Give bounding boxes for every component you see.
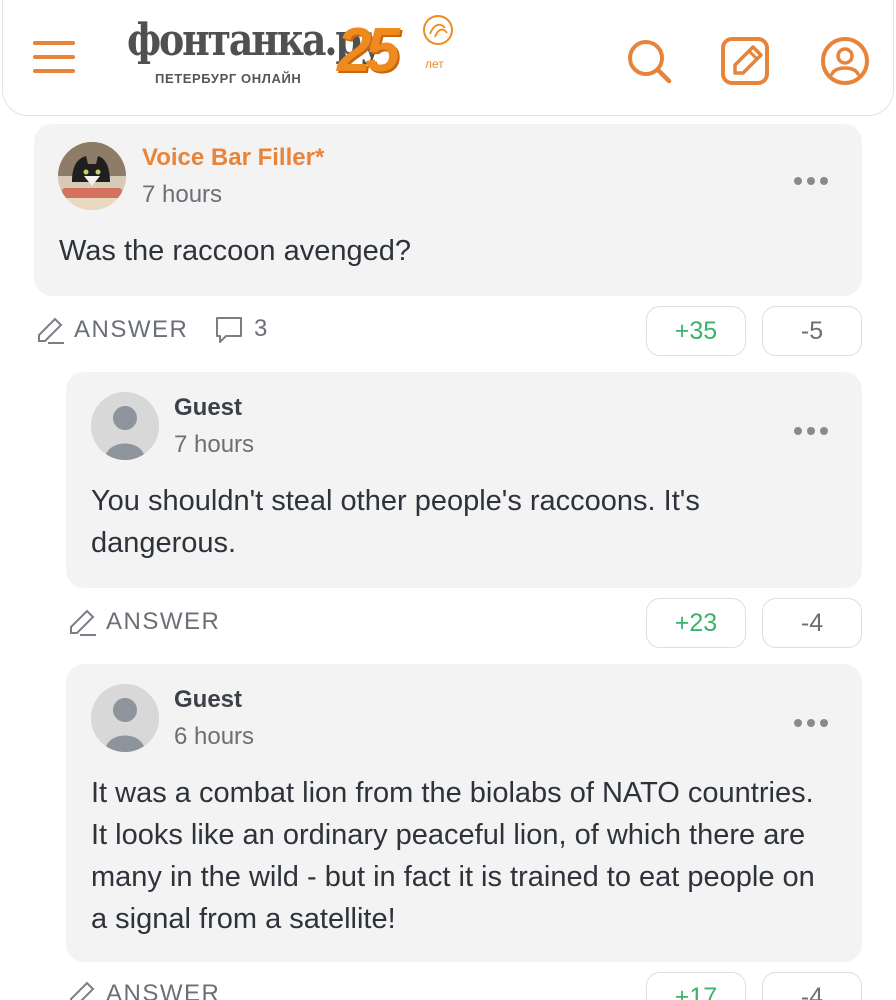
downvote-button[interactable]: -4 — [762, 972, 862, 1000]
comment-time: 7 hours — [174, 431, 255, 458]
pencil-icon — [70, 981, 95, 1000]
cat-avatar-icon — [58, 142, 126, 210]
more-icon[interactable] — [794, 420, 834, 435]
anniversary-emblem-icon — [423, 15, 453, 45]
answer-label: ANSWER — [106, 980, 221, 1000]
comment-card: Voice Bar Filler* 7 hours Was the raccoo… — [34, 124, 862, 296]
comment-time: 6 hours — [174, 723, 255, 750]
comment-author[interactable]: Voice Bar Filler* — [142, 144, 324, 172]
logo-years: лет — [425, 57, 444, 71]
site-logo[interactable]: фонтанка.ру ПЕТЕРБУРГ ОНЛАЙН 25 лет — [127, 15, 467, 95]
default-user-icon — [91, 684, 159, 752]
comment-card: Guest 6 hours It was a combat lion from … — [66, 664, 862, 962]
avatar[interactable] — [58, 142, 126, 210]
top-header: фонтанка.ру ПЕТЕРБУРГ ОНЛАЙН 25 лет — [2, 0, 894, 116]
logo-anniversary: 25 — [337, 16, 400, 85]
answer-button[interactable]: ANSWER — [34, 312, 188, 348]
upvote-button[interactable]: +23 — [646, 598, 746, 648]
comment-bubble-icon — [216, 317, 242, 343]
comment-text: You shouldn't steal other people's racco… — [91, 485, 700, 559]
comment-text: It was a combat lion from the biolabs of… — [91, 777, 815, 935]
search-icon[interactable] — [623, 35, 675, 87]
pencil-icon — [38, 317, 64, 344]
more-icon[interactable] — [794, 712, 834, 727]
upvote-button[interactable]: +35 — [646, 306, 746, 356]
answer-label: ANSWER — [106, 608, 221, 635]
reply-count: 3 — [254, 315, 268, 342]
pencil-icon — [70, 609, 96, 636]
comment-time: 7 hours — [142, 181, 223, 208]
avatar[interactable] — [91, 392, 159, 460]
edit-note-icon[interactable] — [719, 35, 771, 87]
comment-author[interactable]: Guest — [174, 686, 242, 714]
answer-label: ANSWER — [74, 316, 189, 343]
downvote-button[interactable]: -4 — [762, 598, 862, 648]
profile-icon[interactable] — [819, 35, 871, 87]
replies-button[interactable]: 3 — [214, 314, 267, 344]
answer-button[interactable]: ANSWER — [66, 604, 220, 640]
answer-button[interactable]: ANSWER — [66, 976, 220, 1000]
comment-author[interactable]: Guest — [174, 394, 242, 422]
downvote-button[interactable]: -5 — [762, 306, 862, 356]
logo-subtitle: ПЕТЕРБУРГ ОНЛАЙН — [155, 71, 302, 86]
menu-icon[interactable] — [33, 41, 77, 77]
more-icon[interactable] — [794, 170, 834, 185]
default-user-icon — [91, 392, 159, 460]
comment-card: Guest 7 hours You shouldn't steal other … — [66, 372, 862, 588]
comment-text: Was the raccoon avenged? — [59, 235, 411, 267]
upvote-button[interactable]: +17 — [646, 972, 746, 1000]
avatar[interactable] — [91, 684, 159, 752]
